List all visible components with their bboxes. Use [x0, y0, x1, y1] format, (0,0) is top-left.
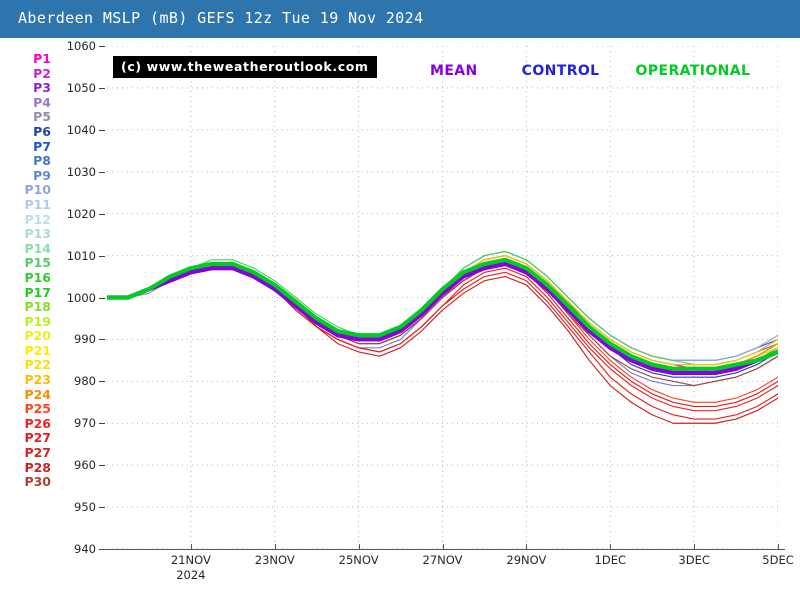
y-tick-mark	[99, 381, 105, 383]
legend-member-p24-23: P24	[24, 386, 51, 402]
legend-member-p25-24: P25	[24, 401, 51, 417]
y-tick-mark	[99, 339, 105, 341]
y-tick-mark	[99, 87, 105, 89]
series-line-p10	[107, 250, 778, 361]
y-tick-mark	[99, 46, 105, 47]
x-tick-label: 5DEC	[762, 553, 794, 567]
y-tick-mark	[99, 465, 105, 467]
series-line-p27	[107, 267, 778, 420]
x-tick-mark	[778, 544, 779, 550]
x-tick-mark	[610, 544, 612, 550]
series-line-control	[107, 261, 778, 375]
y-tick-label: 1030	[66, 164, 96, 179]
series-line-p27b	[107, 263, 778, 408]
legend-member-p19-18: P19	[24, 313, 51, 329]
x-tick-label: 21NOV	[170, 553, 211, 567]
legend-member-p27-26: P27	[24, 430, 51, 446]
y-tick-mark	[99, 129, 105, 131]
legend-member-p16-15: P16	[24, 269, 51, 285]
series-legend: MEAN CONTROL OPERATIONAL	[430, 60, 750, 79]
y-tick-label: 1010	[66, 248, 96, 263]
series-line-p28	[107, 267, 778, 424]
y-tick-label: 940	[74, 542, 96, 556]
page-title: Aberdeen MSLP (mB) GEFS 12z Tue 19 Nov 2…	[18, 9, 424, 27]
x-tick-label: 23NOV	[254, 553, 295, 567]
x-tick-label: 3DEC	[678, 553, 710, 567]
x-tick-mark	[526, 544, 528, 550]
y-tick-mark	[99, 423, 105, 425]
x-tick-label: 27NOV	[422, 553, 463, 567]
series-line-p2	[107, 255, 778, 370]
x-tick-mark	[274, 544, 276, 550]
legend-member-p2-1: P2	[33, 65, 51, 81]
x-tick-mark	[358, 544, 360, 550]
plot-area	[107, 46, 778, 549]
watermark: (c) www.theweatheroutlook.com	[113, 56, 377, 78]
y-tick-mark	[99, 213, 105, 215]
legend-member-p7-6: P7	[33, 138, 51, 154]
series-line-p7	[107, 250, 778, 361]
chart-page: Aberdeen MSLP (mB) GEFS 12z Tue 19 Nov 2…	[0, 0, 800, 600]
y-tick-label: 1040	[66, 122, 96, 137]
y-tick-label: 970	[74, 416, 96, 431]
legend-member-p30-29: P30	[24, 474, 51, 490]
y-tick-mark	[99, 171, 105, 173]
legend-mean: MEAN	[430, 63, 478, 79]
series-line-p20	[107, 255, 778, 366]
legend-member-p1-0: P1	[33, 51, 51, 66]
y-tick-label: 990	[74, 332, 96, 347]
series-line-p21	[107, 259, 778, 370]
y-tick-label: 1050	[66, 80, 96, 95]
x-tick-label: 25NOV	[338, 553, 379, 567]
legend-operational: OPERATIONAL	[635, 63, 751, 79]
y-tick-label: 960	[74, 458, 96, 473]
x-tick-label: 1DEC	[594, 553, 626, 567]
legend-member-p22-21: P22	[24, 357, 51, 373]
y-tick-label: 1000	[66, 290, 96, 305]
x-tick-mark	[442, 544, 444, 550]
x-tick-label: 29NOV	[506, 553, 547, 567]
spaghetti-lines	[107, 46, 778, 549]
y-tick-label: 980	[74, 374, 96, 389]
legend-member-p10-9: P10	[24, 182, 51, 198]
y-tick-mark	[99, 297, 105, 299]
y-tick-label: 950	[74, 500, 96, 515]
legend-control: CONTROL	[521, 63, 600, 79]
y-tick-mark	[99, 507, 105, 509]
y-tick-mark	[99, 255, 105, 257]
x-tick-mark	[694, 544, 696, 550]
y-tick-label: 1020	[66, 206, 96, 221]
legend-member-p13-12: P13	[24, 226, 51, 242]
x-tick-year-label: 2024	[176, 568, 206, 582]
legend-member-p4-3: P4	[33, 94, 51, 110]
title-bar: Aberdeen MSLP (mB) GEFS 12z Tue 19 Nov 2…	[0, 0, 800, 38]
x-tick-mark	[190, 544, 192, 550]
y-tick-label: 1060	[66, 39, 96, 53]
